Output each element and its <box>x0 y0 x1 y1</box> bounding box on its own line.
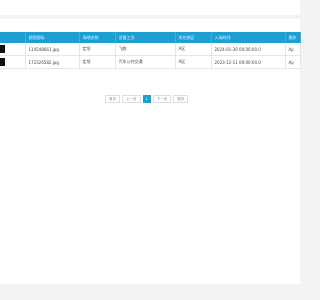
column-header: 操作 <box>285 32 301 43</box>
table-cell: 114548661.jpg <box>25 43 80 56</box>
column-header <box>0 32 26 43</box>
column-header: 入场时间 <box>211 32 286 43</box>
first-page-button[interactable]: 首页 <box>105 95 120 103</box>
thumbnail-image[interactable] <box>0 58 5 66</box>
table-cell: 2023-12-11 00:00:00.0 <box>211 55 286 69</box>
top-bar <box>0 0 300 15</box>
table-cell: 飞跑 <box>115 43 176 56</box>
prev-page-button[interactable]: 上一页 <box>122 95 141 103</box>
table-cell: 汽车公共交通 <box>115 55 176 69</box>
column-header: 视频图标 <box>25 32 80 43</box>
thumbnail-cell[interactable] <box>0 55 26 69</box>
table-cell: A区 <box>175 55 212 69</box>
last-page-button[interactable]: 尾页 <box>173 95 189 103</box>
table-row[interactable]: 114548661.jpg 定坝 飞跑 A区 2024-01-30 00:00:… <box>0 43 301 56</box>
table-cell: 2024-01-30 00:00:00.0 <box>211 43 286 56</box>
table-cell: A区 <box>175 43 212 56</box>
column-header: 场地名称 <box>79 32 116 43</box>
current-page-button[interactable]: 1 <box>142 95 151 103</box>
table-cell: 定坝 <box>79 55 116 69</box>
table-row[interactable]: 172326582.jpg 定坝 汽车公共交通 A区 2023-12-11 00… <box>0 55 301 69</box>
table-cell: 定坝 <box>79 43 116 56</box>
column-header: 所在病区 <box>175 32 212 43</box>
column-header: 设备工况 <box>115 32 176 43</box>
next-page-button[interactable]: 下一页 <box>152 95 172 103</box>
table-cell[interactable]: Ap <box>285 43 301 56</box>
table-cell: 172326582.jpg <box>25 55 80 69</box>
data-table: 视频图标 场地名称 设备工况 所在病区 入场时间 操作 114548661.jp… <box>0 32 301 69</box>
table-cell[interactable]: Ap <box>285 55 301 69</box>
table-header-row: 视频图标 场地名称 设备工况 所在病区 入场时间 操作 <box>0 32 301 43</box>
thumbnail-cell[interactable] <box>0 43 26 56</box>
thumbnail-image[interactable] <box>0 45 5 53</box>
pagination: 首页 上一页 1 下一页 尾页 <box>105 95 189 103</box>
